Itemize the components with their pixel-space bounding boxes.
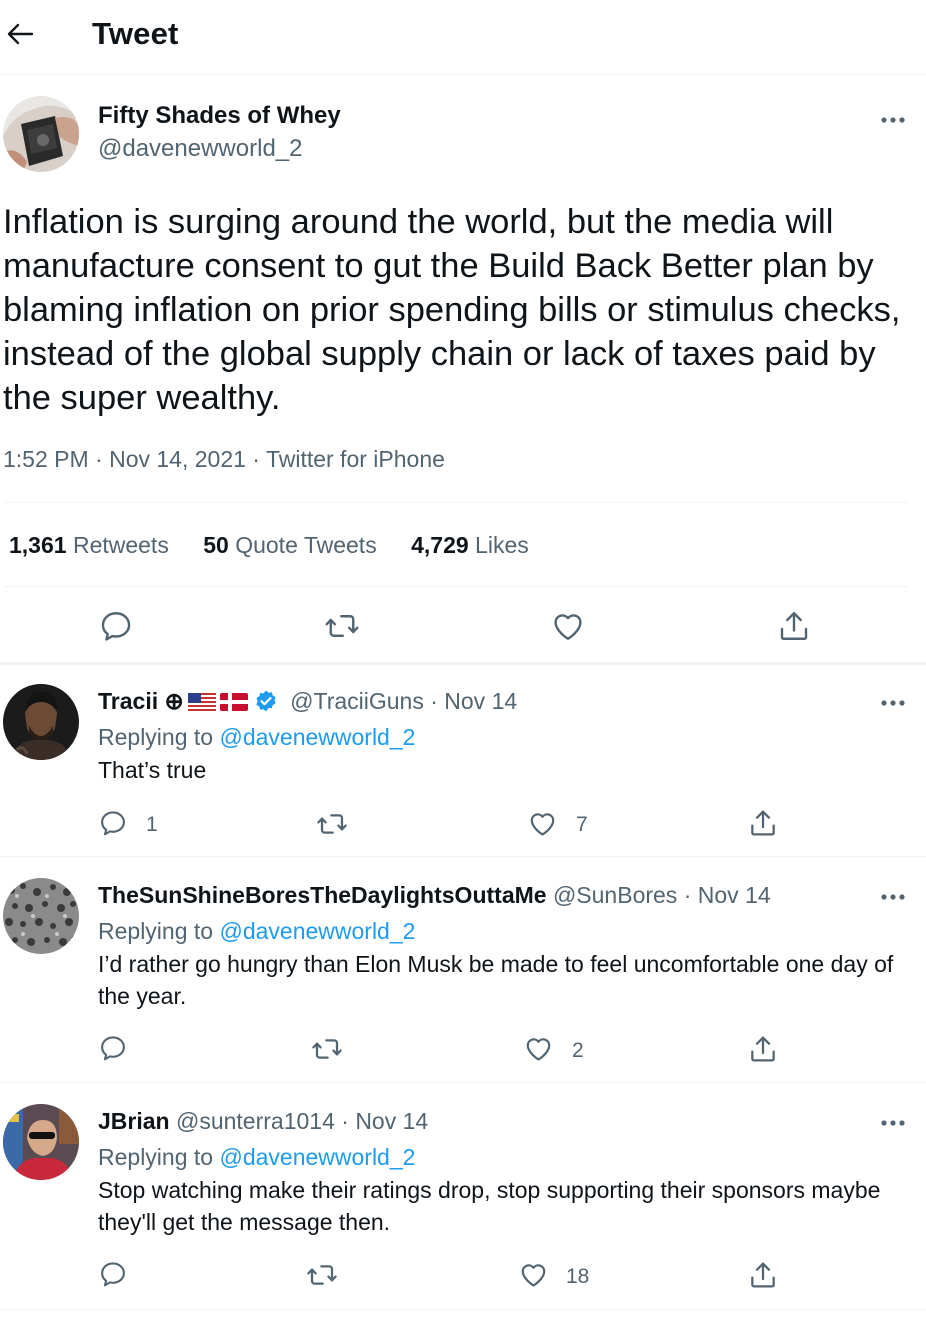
reply-text: That’s true [98,757,207,783]
reply-date[interactable]: · Nov 14 [677,882,771,908]
quote-tweets-label: Quote Tweets [228,532,377,558]
reply-author-handle[interactable]: @TraciiGuns [290,688,424,714]
more-options-icon[interactable] [879,1115,909,1126]
tweet-divider [0,662,926,665]
denmark-flag-icon [219,690,248,711]
page-title: Tweet [92,16,179,51]
avatar[interactable] [3,684,79,760]
retweets-count: 1,361 [9,532,67,558]
reply-divider [0,1082,926,1083]
reply-divider [0,1309,926,1310]
reply-icon[interactable] [98,1259,128,1289]
tweet-meta[interactable]: 1:52 PM · Nov 14, 2021 · Twitter for iPh… [3,446,445,473]
share-icon[interactable] [747,1259,779,1291]
tweet-text: Inflation is surging around the world, b… [3,203,901,417]
replying-to-prefix: Replying to [98,724,220,750]
replying-to: Replying to @davenewworld_2 [98,918,415,945]
like-count: 7 [576,813,588,836]
retweets-stat[interactable]: 1,361 Retweets [9,532,169,559]
replying-to: Replying to @davenewworld_2 [98,1144,415,1171]
reply-header: TheSunShineBoresTheDaylightsOuttaMe @Sun… [98,882,771,909]
replying-to-link[interactable]: @davenewworld_2 [219,1144,415,1170]
like-icon[interactable] [527,808,558,839]
retweet-icon[interactable] [306,1259,338,1291]
avatar[interactable] [3,96,79,172]
likes-count: 4,729 [411,532,469,558]
like-icon[interactable] [518,1259,549,1290]
reply-icon[interactable] [98,1033,128,1063]
meta-divider [4,502,908,503]
reply-text: I’d rather go hungry than Elon Musk be m… [98,951,894,1009]
quote-tweets-stat[interactable]: 50 Quote Tweets [203,532,376,559]
likes-label: Likes [468,532,529,558]
quote-tweets-count: 50 [203,532,229,558]
author-name[interactable]: Fifty Shades of Whey [98,102,341,130]
reply-icon[interactable] [98,608,134,644]
replying-to-link[interactable]: @davenewworld_2 [219,918,415,944]
verified-badge-icon [254,689,278,713]
stats-divider [4,586,908,587]
more-options-icon[interactable] [879,889,909,900]
us-flag-icon [187,690,216,711]
avatar[interactable] [3,878,79,954]
retweet-icon[interactable] [311,1033,343,1065]
avatar[interactable] [3,1104,79,1180]
share-icon[interactable] [747,1033,779,1065]
share-icon[interactable] [747,807,779,839]
reply-header: JBrian @sunterra1014 · Nov 14 [98,1108,428,1135]
replying-to-link[interactable]: @davenewworld_2 [219,724,415,750]
retweets-label: Retweets [66,532,169,558]
author-handle[interactable]: @davenewworld_2 [98,135,302,163]
reply-icon[interactable] [98,808,128,838]
back-arrow-icon[interactable] [4,18,36,50]
reply-date[interactable]: · Nov 14 [335,1108,428,1134]
like-icon[interactable] [550,608,586,644]
like-count: 2 [572,1039,584,1062]
replying-to: Replying to @davenewworld_2 [98,724,415,751]
replying-to-prefix: Replying to [98,918,220,944]
reply-author-name[interactable]: TheSunShineBoresTheDaylightsOuttaMe [98,882,547,908]
reply-count: 1 [146,813,158,836]
header-divider [0,74,926,75]
reply-author-name[interactable]: JBrian [98,1108,170,1134]
share-icon[interactable] [776,608,812,644]
reply-author-name[interactable]: Tracii ⊕ [98,688,184,714]
like-count: 18 [566,1265,590,1288]
replying-to-prefix: Replying to [98,1144,220,1170]
reply-divider [0,856,926,857]
reply-author-handle[interactable]: @SunBores [547,882,677,908]
retweet-icon[interactable] [324,608,360,644]
reply-author-handle[interactable]: @sunterra1014 [170,1108,335,1134]
like-icon[interactable] [523,1033,554,1064]
more-options-icon[interactable] [879,695,909,706]
reply-header: Tracii ⊕ @TraciiGuns · Nov 14 [98,688,517,715]
more-options-icon[interactable] [879,112,909,123]
tweet-stats: 1,361 Retweets 50 Quote Tweets 4,729 Lik… [9,532,557,559]
retweet-icon[interactable] [316,808,348,840]
likes-stat[interactable]: 4,729 Likes [411,532,529,559]
reply-text: Stop watching make their ratings drop, s… [98,1177,881,1235]
reply-date[interactable]: · Nov 14 [424,688,517,714]
